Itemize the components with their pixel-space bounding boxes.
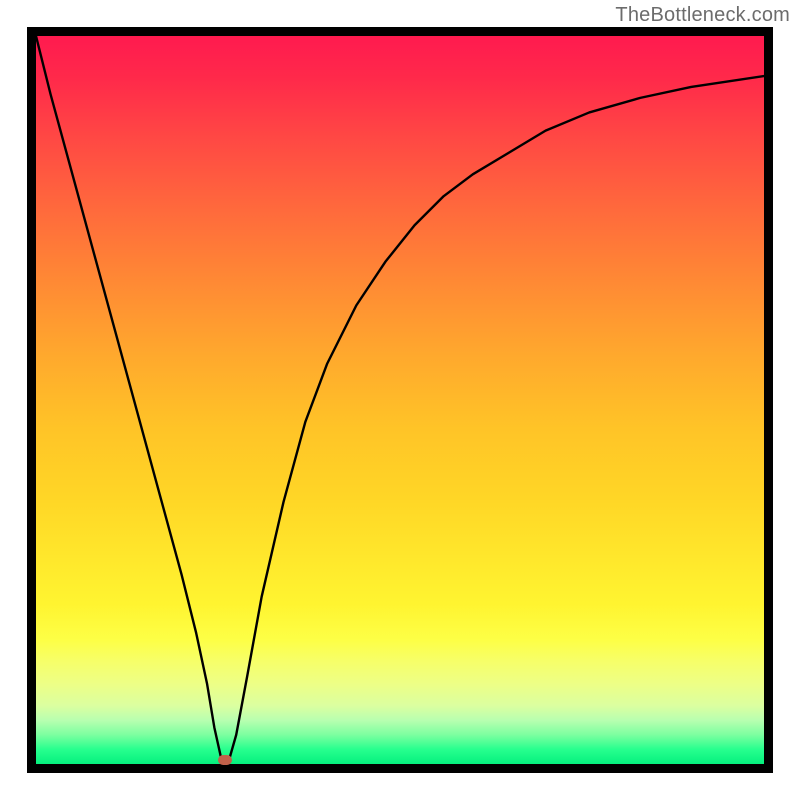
bottleneck-curve bbox=[36, 36, 764, 764]
attribution-text: TheBottleneck.com bbox=[615, 4, 790, 27]
chart-container: TheBottleneck.com bbox=[0, 0, 800, 800]
optimal-point-marker bbox=[218, 755, 232, 765]
plot-area bbox=[36, 36, 764, 764]
plot-frame bbox=[27, 27, 773, 773]
